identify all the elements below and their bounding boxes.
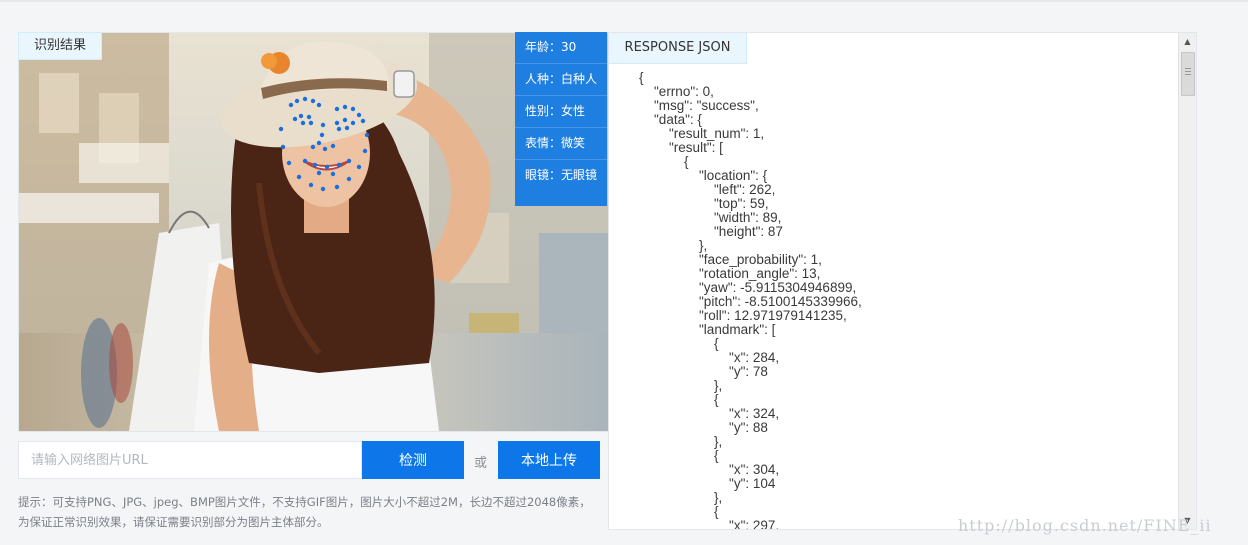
attr-label: 眼镜 xyxy=(525,168,550,182)
detect-button[interactable]: 检测 xyxy=(362,441,464,479)
upload-hint: 提示：可支持PNG、JPG、jpeg、BMP图片文件，不支持GIF图片，图片大小… xyxy=(18,492,610,532)
attr-label: 表情 xyxy=(525,136,550,150)
scroll-thumb[interactable] xyxy=(1181,52,1195,96)
attr-expression: 表情：微笑 xyxy=(515,128,607,160)
watermark: http://blog.csdn.net/FINE_ii xyxy=(958,516,1212,535)
hint-line: 为保证正常识别效果，请保证需要识别部分为图片主体部分。 xyxy=(18,515,329,529)
attr-label: 年龄 xyxy=(525,40,550,54)
top-divider xyxy=(0,0,1248,2)
json-scrollbar[interactable]: ▲ ▼ xyxy=(1178,33,1196,529)
response-json-text: { "errno": 0, "msg": "success", "data": … xyxy=(639,70,862,530)
image-url-input[interactable] xyxy=(18,441,362,479)
response-json-panel: RESPONSE JSON { "errno": 0, "msg": "succ… xyxy=(608,32,1197,530)
attr-value: 30 xyxy=(561,40,577,54)
attr-value: 白种人 xyxy=(561,72,598,86)
attr-value: 无眼镜 xyxy=(561,168,598,182)
attr-glasses: 眼镜：无眼镜 xyxy=(525,168,598,182)
attr-label: 人种 xyxy=(525,72,550,86)
result-tab[interactable]: 识别结果 xyxy=(18,32,102,60)
scroll-up-icon[interactable]: ▲ xyxy=(1179,33,1196,50)
response-json-tab[interactable]: RESPONSE JSON xyxy=(609,33,747,64)
attr-age: 年龄：30 xyxy=(515,32,607,64)
attr-value: 女性 xyxy=(561,104,586,118)
or-text: 或 xyxy=(474,456,488,471)
grip-icon xyxy=(1185,68,1191,76)
attr-label: 性别 xyxy=(525,104,550,118)
attr-gender: 性别：女性 xyxy=(515,96,607,128)
face-attributes-panel: 年龄：30 人种：白种人 性别：女性 表情：微笑 眼镜：无眼镜 xyxy=(515,32,607,206)
local-upload-button[interactable]: 本地上传 xyxy=(498,441,600,479)
attr-race: 人种：白种人 xyxy=(515,64,607,96)
attr-value: 微笑 xyxy=(561,136,586,150)
hint-line: 提示：可支持PNG、JPG、jpeg、BMP图片文件，不支持GIF图片，图片大小… xyxy=(18,495,591,509)
